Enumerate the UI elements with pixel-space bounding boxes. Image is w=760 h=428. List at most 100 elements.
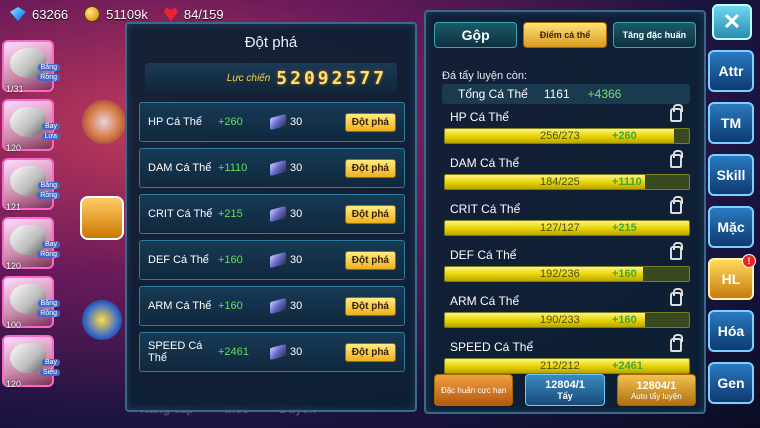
- breakthrough-button[interactable]: Đột phá: [344, 296, 396, 316]
- scroll-icon: [270, 159, 286, 177]
- cost-value: 30: [290, 254, 303, 266]
- alert-badge: !: [742, 254, 756, 268]
- lock-icon[interactable]: [670, 196, 683, 214]
- scroll-icon: [270, 205, 286, 223]
- lock-icon[interactable]: [670, 242, 683, 260]
- total-value: 1161: [543, 87, 570, 101]
- breakthrough-list: HP Cá Thể +260 30 Đột phá DAM Cá Thể +11…: [139, 102, 405, 378]
- monster-art-icon: [82, 100, 126, 144]
- stat-row: ARM Cá Thể 190/233 +160: [442, 288, 690, 338]
- stat-name: SPEED Cá Thể: [148, 340, 203, 364]
- coin-icon: [84, 6, 101, 22]
- total-individual: Tổng Cá Thể 1161 +4366: [442, 84, 690, 104]
- monster-level: 1/31: [6, 84, 24, 94]
- stat-plus: +215: [612, 222, 637, 234]
- monster-level: 120: [6, 379, 22, 389]
- lock-icon[interactable]: [670, 150, 683, 168]
- monster-list: Băng Rồng 1/31 Bay Lửa 120 Băng Rồng 121 Bay Rồ…: [2, 40, 72, 394]
- nav-tm[interactable]: TM: [708, 102, 754, 144]
- stat-current: 190/233: [540, 314, 580, 326]
- monster-card[interactable]: Băng Rồng 100: [2, 276, 60, 330]
- tab-merge[interactable]: Gộp: [434, 22, 518, 48]
- stat-bonus: +260: [218, 116, 243, 128]
- lock-icon[interactable]: [670, 334, 683, 352]
- side-nav: ✕ Attr TM Skill Mặc HL ! Hóa Gen: [708, 4, 756, 404]
- tab-individual-points[interactable]: Điểm cá thể: [523, 22, 607, 48]
- nav-skill[interactable]: Skill: [708, 154, 754, 196]
- stat-name: HP Cá Thể: [450, 110, 509, 124]
- monster-card[interactable]: Bay Siêu 120: [2, 335, 60, 389]
- cost-value: 30: [290, 300, 303, 312]
- nav-mac[interactable]: Mặc: [708, 206, 754, 248]
- auto-reroll-button[interactable]: 12804/1 Auto tẩy luyện: [616, 374, 696, 406]
- stamina-value: 84/159: [183, 6, 224, 22]
- breakthrough-button[interactable]: Đột phá: [344, 204, 396, 224]
- element-tag: Rồng: [37, 310, 60, 317]
- element-tag: Rồng: [37, 74, 60, 81]
- nav-hl[interactable]: HL !: [708, 254, 756, 300]
- scroll-icon: [270, 343, 286, 361]
- stone-count: 12804/1: [545, 379, 585, 391]
- individual-stats-panel: Gộp Điểm cá thể Tăng đặc huấn Đá tẩy luy…: [424, 10, 706, 414]
- stat-plus: +260: [612, 130, 637, 142]
- power-value: 52092577: [276, 67, 387, 89]
- element-tag: Bay: [41, 241, 60, 248]
- stat-current: 212/212: [540, 360, 580, 372]
- stone-count: 12804/1: [636, 379, 677, 392]
- button-label: Đặc huấn cực hạn: [440, 385, 507, 395]
- element-tag: Lửa: [41, 133, 60, 140]
- monster-card[interactable]: Bay Lửa 120: [2, 99, 60, 153]
- stat-bonus: +1110: [218, 162, 248, 174]
- stat-bonus: +2461: [218, 346, 249, 358]
- stat-name: HP Cá Thể: [148, 116, 203, 128]
- stat-list: HP Cá Thể 256/273 +260 DAM Cá Thể 184/22…: [442, 104, 690, 384]
- gem-icon: [10, 7, 26, 21]
- stat-name: DAM Cá Thể: [148, 162, 212, 174]
- monster-card[interactable]: Băng Rồng 121: [2, 158, 60, 212]
- total-plus: +4366: [587, 87, 622, 101]
- breakthrough-button[interactable]: Đột phá: [344, 112, 396, 132]
- cost-value: 30: [290, 116, 303, 128]
- gold-value: 51109k: [106, 6, 148, 22]
- nav-gen[interactable]: Gen: [708, 362, 754, 404]
- scroll-icon: [270, 251, 286, 269]
- bag-icon[interactable]: [80, 196, 124, 240]
- nav-hoa[interactable]: Hóa: [708, 310, 754, 352]
- breakthrough-button[interactable]: Đột phá: [344, 250, 396, 270]
- monster-level: 121: [6, 202, 22, 212]
- breakthrough-panel: Đột phá Lực chiến 52092577 HP Cá Thể +26…: [125, 22, 417, 412]
- element-tag: Bay: [41, 359, 60, 366]
- action-buttons: Đặc huấn cực hạn 12804/1 Tẩy 12804/1 Aut…: [434, 374, 696, 406]
- stat-current: 192/236: [540, 268, 580, 280]
- element-tag: Băng: [37, 64, 60, 71]
- close-button[interactable]: ✕: [712, 4, 752, 40]
- stat-name: ARM Cá Thể: [148, 300, 212, 312]
- tab-special-training[interactable]: Tăng đặc huấn: [612, 22, 696, 48]
- breakthrough-row: CRIT Cá Thể +215 30 Đột phá: [139, 194, 405, 234]
- stat-row: DEF Cá Thể 192/236 +160: [442, 242, 690, 292]
- monster-card[interactable]: Băng Rồng 1/31: [2, 40, 60, 94]
- reroll-button[interactable]: 12804/1 Tẩy: [525, 374, 605, 406]
- monster-level: 120: [6, 143, 22, 153]
- monster-card[interactable]: Bay Rồng 120: [2, 217, 60, 271]
- nav-attr[interactable]: Attr: [708, 50, 754, 92]
- monster-level: 120: [6, 261, 22, 271]
- breakthrough-row: ARM Cá Thể +160 30 Đột phá: [139, 286, 405, 326]
- panel-tabs: Gộp Điểm cá thể Tăng đặc huấn: [434, 22, 696, 48]
- heart-icon: [163, 7, 178, 21]
- stat-row: HP Cá Thể 256/273 +260: [442, 104, 690, 154]
- extreme-training-button[interactable]: Đặc huấn cực hạn: [434, 374, 514, 406]
- stat-name: DEF Cá Thể: [450, 248, 517, 262]
- cost-value: 30: [290, 346, 303, 358]
- lock-icon[interactable]: [670, 104, 683, 122]
- orb-icon[interactable]: [82, 300, 122, 340]
- breakthrough-button[interactable]: Đột phá: [344, 342, 396, 362]
- breakthrough-row: DAM Cá Thể +1110 30 Đột phá: [139, 148, 405, 188]
- lock-icon[interactable]: [670, 288, 683, 306]
- cost-value: 30: [290, 162, 303, 174]
- breakthrough-button[interactable]: Đột phá: [344, 158, 396, 178]
- stat-plus: +1110: [612, 176, 642, 188]
- stamina-counter: 84/159: [163, 6, 224, 22]
- element-tag: Rồng: [37, 251, 60, 258]
- stat-bonus: +160: [218, 254, 243, 266]
